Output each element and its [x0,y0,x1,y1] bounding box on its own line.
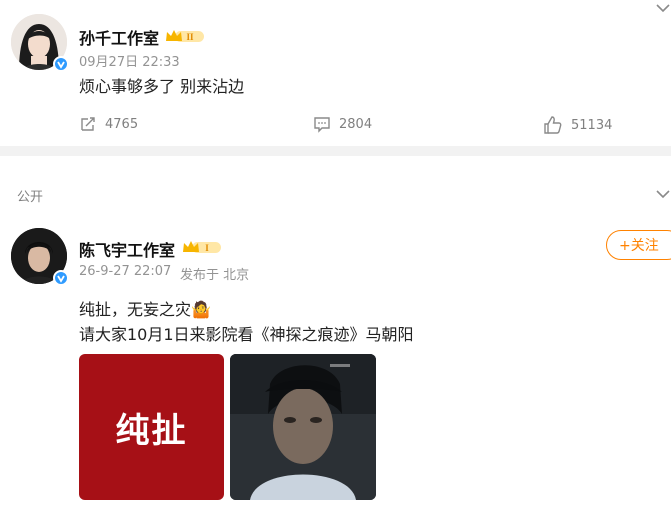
post-card-1: 孙千工作室 II 09月27日 22:33 烦心事够多了 别来沾边 4765 2… [0,0,671,146]
thumbs-up-icon [544,116,562,134]
image-caption: 纯扯 [115,410,188,451]
like-count: 51134 [571,117,613,133]
verified-icon [53,270,69,286]
post-text-line-2: 请大家10月1日来影院看《神探之痕迹》马朝阳 [79,325,414,344]
post-text-line-1: 纯扯，无妄之灾🤷 [79,300,211,319]
post-location: 发布于 北京 [180,268,250,283]
repost-icon [81,117,95,131]
follow-button[interactable]: +关注 [606,230,671,260]
comment-count: 2804 [339,116,373,132]
repost-count: 4765 [105,116,139,132]
section-divider [0,146,671,156]
post-image-2[interactable] [230,354,376,500]
author-name[interactable]: 孙千工作室 [79,25,159,49]
author-name[interactable]: 陈飞宇工作室 [79,237,175,261]
like-button[interactable]: 51134 [543,115,612,135]
repost-button[interactable]: 4765 [79,115,138,133]
post-image-1[interactable]: 纯扯 [79,354,224,500]
vip-crown-icon: II [166,30,204,42]
verified-icon [53,56,69,72]
comment-button[interactable]: 2804 [313,115,372,133]
comment-icon [314,117,330,133]
chevron-down-icon[interactable] [656,189,670,199]
post-text: 烦心事够多了 别来沾边 [79,77,245,96]
post-time[interactable]: 26-9-27 22:07 [79,264,171,279]
vip-crown-icon: I [183,241,221,253]
post-time[interactable]: 09月27日 22:33 [79,51,180,70]
visibility-label: 公开 [17,190,44,205]
svg-text:I: I [205,243,209,253]
svg-text:II: II [186,32,194,42]
chevron-down-icon[interactable] [656,3,670,13]
